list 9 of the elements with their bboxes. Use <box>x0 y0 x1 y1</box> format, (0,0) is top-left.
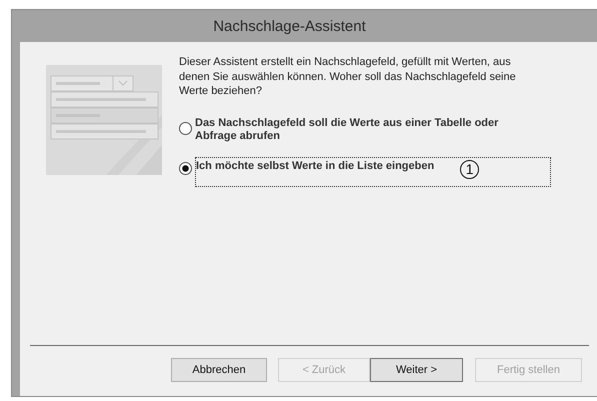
radio-button[interactable] <box>179 162 192 174</box>
option-label[interactable]: Ich möchte selbst Werte in die Liste eingeben <box>196 160 434 172</box>
dialog-button[interactable]: Abbrechen <box>171 358 267 382</box>
dialog-button[interactable]: Weiter > <box>370 358 463 382</box>
radio-button[interactable] <box>179 122 192 134</box>
option-label[interactable]: Das Nachschlagefeld soll die Werte aus einer Tabelle oder Abfrage abrufen <box>195 116 525 142</box>
window-title: Nachschlage-Assistent <box>213 18 366 34</box>
callout-number: 1 <box>460 160 480 178</box>
intro-text: Dieser Assistent erstellt ein Nachschlagefeld, gefüllt mit Werten, aus denen Sie auswählen können. Woher soll das Nachschlagefeld seine Werte beziehen? <box>179 55 517 98</box>
